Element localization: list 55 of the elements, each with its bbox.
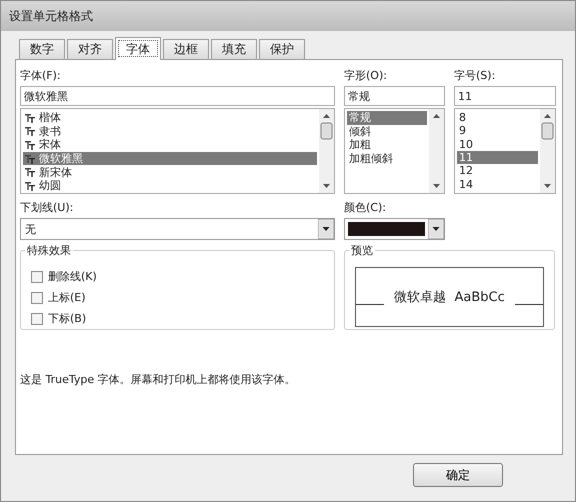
- input-field[interactable]: 微软雅黑: [20, 86, 335, 106]
- color-dropdown[interactable]: [344, 218, 445, 240]
- list-item[interactable]: 新宋体: [23, 165, 317, 179]
- list-box[interactable]: 常规 倾斜 加粗 加粗倾斜: [344, 108, 445, 194]
- dropdown-arrow-icon: [428, 219, 444, 239]
- tab[interactable]: 边框: [163, 39, 209, 59]
- truetype-icon: [25, 140, 35, 150]
- tab[interactable]: 字体: [115, 37, 161, 60]
- group-title: 预览: [349, 243, 375, 258]
- window-title: 设置单元格格式: [9, 8, 93, 24]
- list-item[interactable]: 9: [457, 124, 538, 138]
- list-box[interactable]: 楷体 隶书 宋体 微软雅黑 新宋体 幼圆: [20, 108, 335, 194]
- scrollbar[interactable]: [540, 109, 555, 193]
- checkbox[interactable]: 删除线(K): [31, 269, 324, 284]
- dropdown-arrow-icon: [318, 219, 334, 239]
- list-item[interactable]: 微软雅黑: [23, 152, 317, 166]
- list-item[interactable]: 14: [457, 178, 538, 191]
- list-item[interactable]: 8: [457, 111, 538, 124]
- truetype-icon: [25, 180, 35, 191]
- list-item[interactable]: 10: [457, 138, 538, 151]
- checkbox[interactable]: 上标(E): [31, 290, 324, 305]
- input-field[interactable]: 常规: [344, 86, 445, 106]
- list-item[interactable]: 常规: [347, 111, 427, 125]
- list-item[interactable]: 加粗: [347, 138, 427, 152]
- scrollbar[interactable]: [429, 109, 444, 193]
- checkbox[interactable]: 下标(B): [31, 311, 324, 326]
- field-label: 字号(S):: [454, 68, 496, 84]
- tab[interactable]: 对齐: [67, 39, 113, 59]
- field-label: 颜色(C):: [344, 200, 387, 216]
- truetype-icon: [25, 112, 35, 123]
- preview-text: 微软卓越 AaBbCc: [393, 289, 506, 306]
- list-item[interactable]: 12: [457, 164, 538, 178]
- list-box[interactable]: 8 9 10 11 12 14: [454, 108, 556, 194]
- tab[interactable]: 数字: [19, 39, 65, 59]
- field-label: 字体(F):: [20, 68, 62, 84]
- truetype-icon: [25, 154, 35, 164]
- list-item[interactable]: 宋体: [23, 138, 317, 152]
- field-label: 字形(O):: [344, 68, 388, 84]
- list-item[interactable]: 隶书: [23, 124, 317, 138]
- list-item[interactable]: 11: [457, 150, 538, 164]
- list-item[interactable]: 楷体: [23, 111, 317, 125]
- input-field[interactable]: 11: [454, 86, 556, 106]
- tab[interactable]: 填充: [211, 39, 257, 59]
- group-title: 特殊效果: [25, 243, 73, 258]
- description-text: 这是 TrueType 字体。屏幕和打印机上都将使用该字体。: [20, 372, 297, 387]
- tab[interactable]: 保护: [259, 39, 305, 59]
- underline-dropdown[interactable]: 无: [20, 218, 335, 240]
- truetype-icon: [25, 126, 35, 136]
- scrollbar[interactable]: [319, 109, 334, 193]
- list-item[interactable]: 加粗倾斜: [347, 152, 427, 166]
- ok-button[interactable]: 确定: [413, 463, 503, 487]
- field-label: 下划线(U):: [20, 200, 74, 216]
- list-item[interactable]: 倾斜: [347, 124, 427, 138]
- truetype-icon: [25, 167, 35, 178]
- list-item[interactable]: 幼圆: [23, 178, 317, 193]
